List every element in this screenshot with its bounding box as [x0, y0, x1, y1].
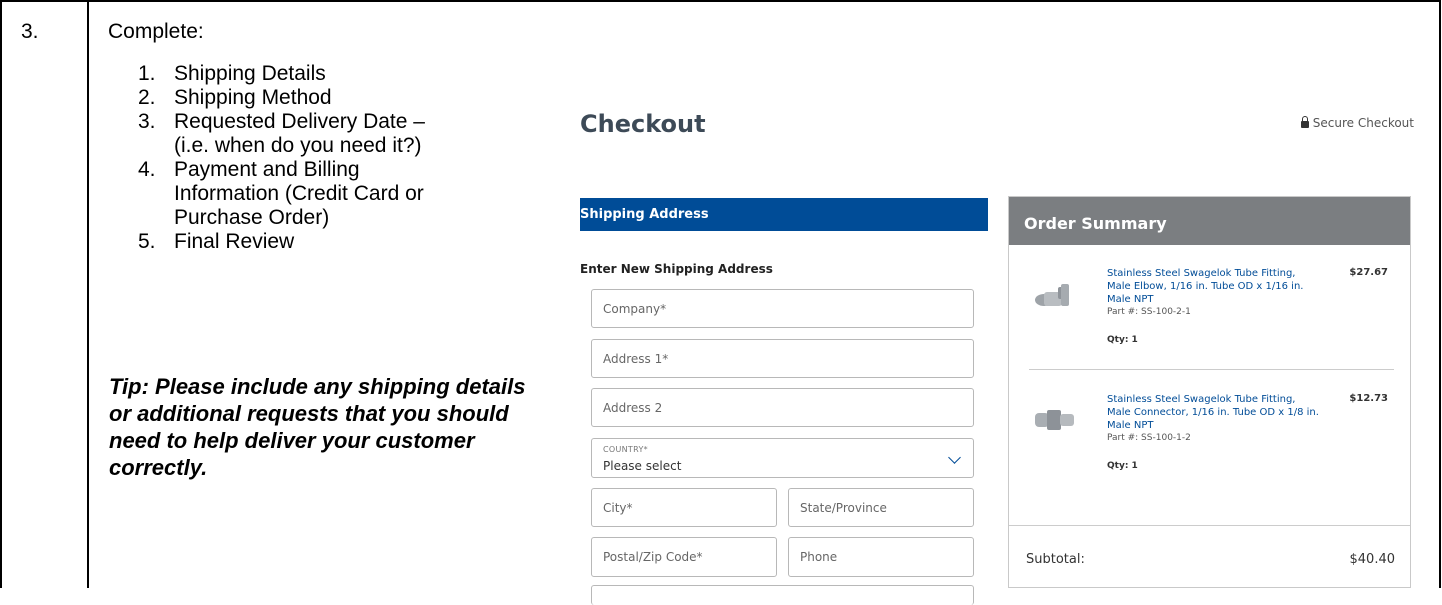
item-part-number: Part #: SS-100-2-1 [1107, 307, 1191, 317]
list-item: 3. Requested Delivery Date – [138, 110, 425, 133]
list-item: 1. Shipping Details [138, 62, 326, 85]
country-select[interactable]: COUNTRY* Please select [591, 438, 974, 478]
checkout-screenshot: Checkout Secure Checkout Shipping Addres… [567, 88, 1427, 605]
item-price: $27.67 [1349, 267, 1388, 278]
steps-list: 1. Shipping Details 2. Shipping Method 3. R… [138, 62, 425, 254]
page-title: Checkout [580, 110, 706, 138]
item-qty: Qty: 1 [1107, 335, 1138, 345]
address2-field[interactable]: Address 2 [591, 388, 974, 427]
step-number: 3. [21, 20, 39, 43]
item-name-link[interactable]: Stainless Steel Swagelok Tube Fitting, M… [1107, 267, 1322, 306]
company-field[interactable]: Company* [591, 289, 974, 328]
item-qty: Qty: 1 [1107, 461, 1138, 471]
list-item: (i.e. when do you need it?) [174, 134, 422, 157]
item-name-link[interactable]: Stainless Steel Swagelok Tube Fitting, M… [1107, 393, 1322, 432]
shipping-address-header: Shipping Address [580, 198, 988, 231]
item-part-number: Part #: SS-100-1-2 [1107, 433, 1191, 443]
list-item: 4. Payment and Billing [138, 158, 360, 181]
list-item: Purchase Order) [174, 206, 330, 229]
enter-address-label: Enter New Shipping Address [580, 262, 773, 276]
chevron-down-icon [948, 451, 961, 464]
secure-checkout-label: Secure Checkout [1300, 116, 1414, 130]
order-summary: Order Summary Stainless Steel Swagelok T… [1008, 196, 1411, 588]
subtotal-label: Subtotal: [1026, 552, 1085, 567]
step-title: Complete: [108, 20, 204, 43]
state-field[interactable]: State/Province [788, 488, 974, 527]
summary-divider [1009, 525, 1410, 526]
list-item: 5. Final Review [138, 230, 295, 253]
address1-field[interactable]: Address 1* [591, 339, 974, 378]
subtotal-value: $40.40 [1349, 552, 1396, 567]
elbow-fitting-image [1035, 284, 1069, 306]
postal-field[interactable]: Postal/Zip Code* [591, 537, 777, 577]
order-summary-title: Order Summary [1009, 197, 1410, 245]
phone-field[interactable]: Phone [788, 537, 974, 577]
next-field[interactable] [591, 585, 974, 605]
item-price: $12.73 [1349, 393, 1388, 404]
item-divider [1029, 369, 1394, 370]
list-item: 2. Shipping Method [138, 86, 332, 109]
city-field[interactable]: City* [591, 488, 777, 527]
connector-fitting-image [1035, 410, 1074, 430]
table-column-divider [87, 0, 89, 588]
list-item: Information (Credit Card or [174, 182, 424, 205]
lock-icon [1300, 116, 1309, 128]
tip-text: Tip: Please include any shipping details… [109, 374, 526, 480]
